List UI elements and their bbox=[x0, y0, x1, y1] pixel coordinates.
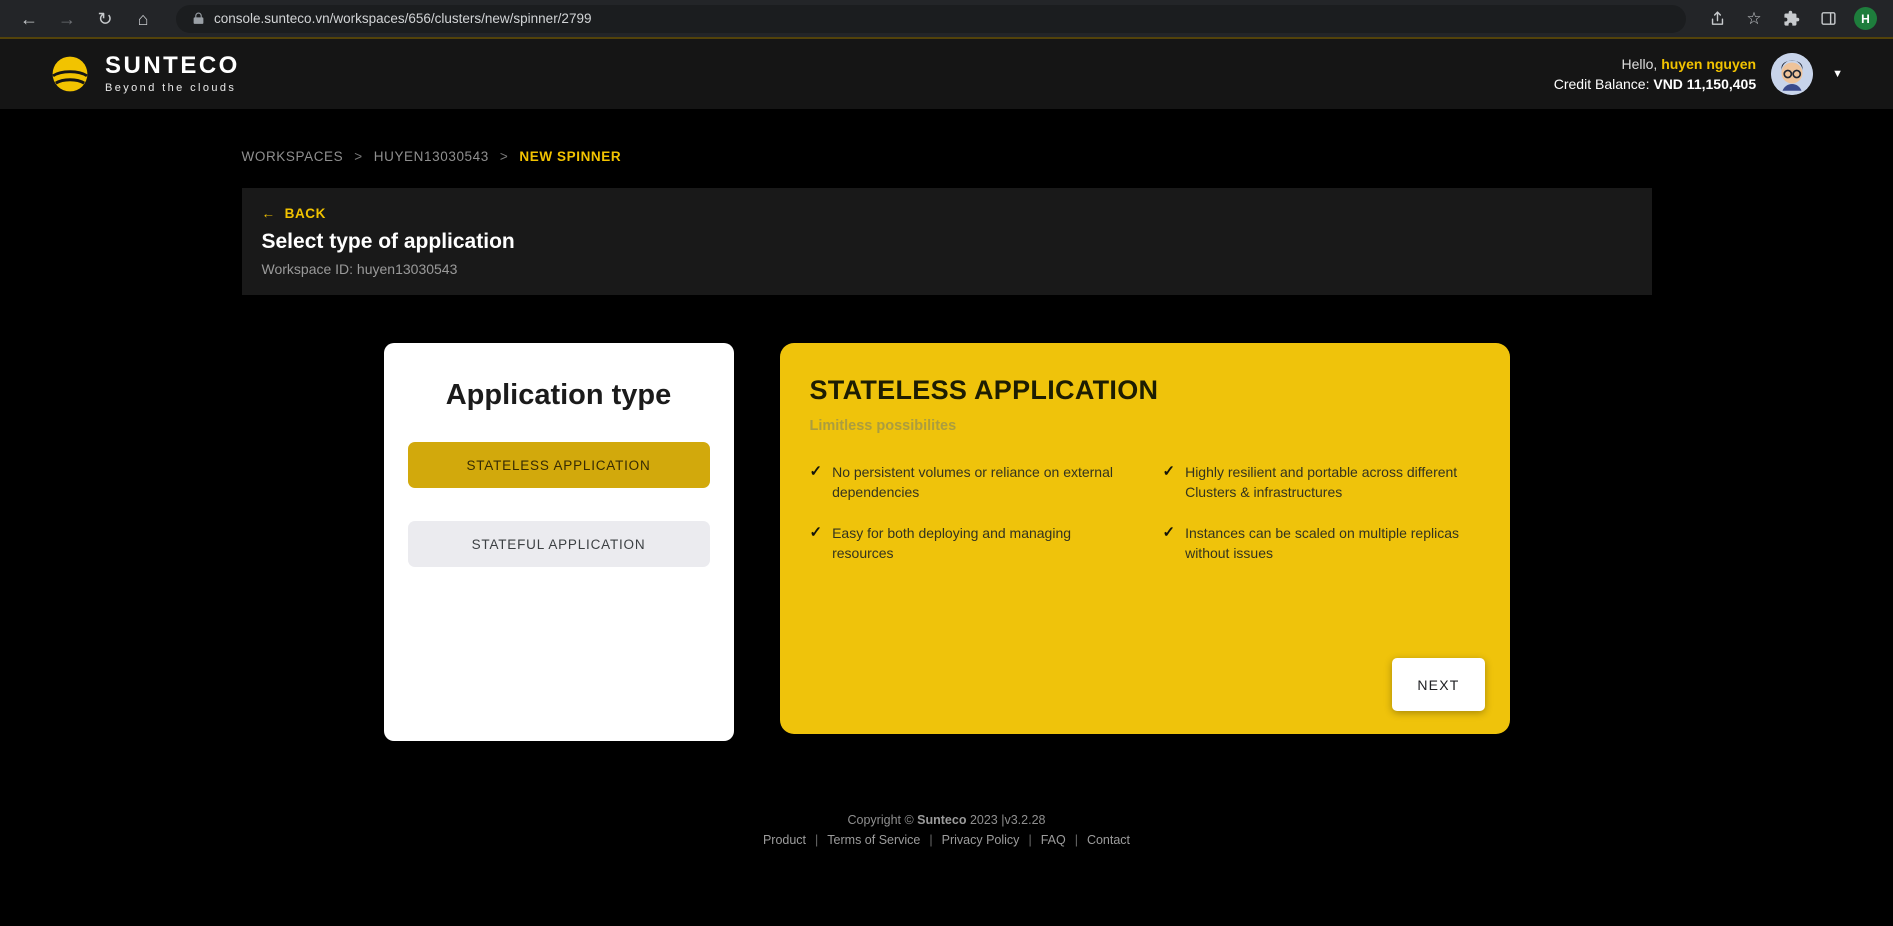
feature-text: Highly resilient and portable across dif… bbox=[1185, 464, 1458, 501]
page-footer: Copyright © Sunteco 2023 |v3.2.28 Produc… bbox=[242, 813, 1652, 847]
feature-list: ✓ No persistent volumes or reliance on e… bbox=[810, 462, 1480, 563]
browser-reload-button[interactable]: ↻ bbox=[92, 6, 118, 32]
back-label: BACK bbox=[284, 206, 327, 221]
credit-balance: Credit Balance: VND 11,150,405 bbox=[1553, 76, 1757, 92]
logo-title: SUNTECO bbox=[105, 52, 240, 79]
breadcrumb-separator: > bbox=[354, 149, 363, 164]
lock-icon bbox=[191, 12, 205, 26]
logo-subtitle: Beyond the clouds bbox=[105, 82, 237, 94]
stateful-application-button[interactable]: STATEFUL APPLICATION bbox=[407, 521, 710, 567]
footer-link-product[interactable]: Product bbox=[763, 833, 806, 847]
side-panel-icon[interactable] bbox=[1817, 8, 1839, 30]
link-separator: | bbox=[1028, 833, 1032, 847]
detail-subtitle: Limitless possibilites bbox=[809, 418, 957, 434]
header-user-area: Hello, huyen nguyen Credit Balance: VND … bbox=[1554, 53, 1847, 95]
back-button[interactable]: ← BACK bbox=[262, 206, 327, 221]
feature-text: Easy for both deploying and managing res… bbox=[832, 524, 1072, 561]
check-icon: ✓ bbox=[1162, 463, 1176, 480]
address-bar[interactable]: console.sunteco.vn/workspaces/656/cluste… bbox=[176, 4, 1686, 33]
greeting-text: Hello, huyen nguyen bbox=[1621, 56, 1757, 72]
sunteco-logo-icon bbox=[48, 52, 92, 96]
feature-text: No persistent volumes or reliance on ext… bbox=[832, 464, 1113, 501]
footer-link-privacy[interactable]: Privacy Policy bbox=[942, 833, 1020, 847]
page-title: Select type of application bbox=[261, 230, 515, 253]
user-info: Hello, huyen nguyen Credit Balance: VND … bbox=[1554, 56, 1756, 92]
stateless-application-button[interactable]: STATELESS APPLICATION bbox=[407, 442, 710, 488]
feature-item: ✓ Easy for both deploying and managing r… bbox=[810, 523, 1127, 564]
footer-links: Product | Terms of Service | Privacy Pol… bbox=[242, 833, 1652, 847]
link-separator: | bbox=[1074, 833, 1078, 847]
feature-item: ✓ No persistent volumes or reliance on e… bbox=[810, 462, 1127, 503]
browser-toolbar: ← → ↻ ⌂ console.sunteco.vn/workspaces/65… bbox=[0, 0, 1893, 37]
bookmark-star-icon[interactable]: ☆ bbox=[1743, 8, 1765, 30]
page-header-panel: ← BACK Select type of application Worksp… bbox=[241, 188, 1652, 295]
workspace-id-text: Workspace ID: huyen13030543 bbox=[261, 261, 458, 277]
credit-value: VND 11,150,405 bbox=[1653, 76, 1757, 92]
copyright-text: Copyright © Sunteco 2023 |v3.2.28 bbox=[847, 813, 1046, 827]
link-separator: | bbox=[929, 833, 933, 847]
breadcrumb-item-workspace[interactable]: HUYEN13030543 bbox=[374, 149, 489, 164]
browser-home-button[interactable]: ⌂ bbox=[130, 6, 156, 32]
footer-link-faq[interactable]: FAQ bbox=[1041, 833, 1066, 847]
browser-profile-avatar[interactable]: H bbox=[1854, 7, 1877, 30]
check-icon: ✓ bbox=[809, 463, 823, 480]
browser-back-button[interactable]: ← bbox=[16, 6, 42, 32]
application-type-title: Application type bbox=[445, 379, 672, 411]
detail-title: STATELESS APPLICATION bbox=[809, 375, 1159, 405]
back-arrow-icon: ← bbox=[261, 206, 276, 221]
breadcrumb-separator: > bbox=[499, 149, 509, 164]
breadcrumb-item-new-spinner: NEW SPINNER bbox=[519, 149, 622, 164]
application-type-section: Application type STATELESS APPLICATION S… bbox=[242, 343, 1652, 741]
check-icon: ✓ bbox=[1162, 523, 1176, 541]
browser-forward-button[interactable]: → bbox=[54, 6, 80, 32]
next-button[interactable]: NEXT bbox=[1392, 658, 1485, 711]
link-separator: | bbox=[815, 833, 819, 847]
sunteco-logo[interactable]: SUNTECO Beyond the clouds bbox=[48, 52, 240, 96]
feature-text: Instances can be scaled on multiple repl… bbox=[1185, 524, 1460, 561]
app-header: SUNTECO Beyond the clouds Hello, huyen n… bbox=[0, 37, 1893, 109]
url-text: console.sunteco.vn/workspaces/656/cluste… bbox=[214, 11, 592, 26]
stateless-detail-card: STATELESS APPLICATION Limitless possibil… bbox=[779, 343, 1510, 734]
feature-item: ✓ Highly resilient and portable across d… bbox=[1163, 462, 1480, 503]
footer-brand: Sunteco bbox=[917, 813, 967, 827]
application-type-card: Application type STATELESS APPLICATION S… bbox=[383, 343, 734, 741]
breadcrumb-item-workspaces[interactable]: WORKSPACES bbox=[242, 149, 344, 164]
extensions-icon[interactable] bbox=[1780, 8, 1802, 30]
chevron-down-icon[interactable]: ▼ bbox=[1828, 64, 1847, 84]
main-content: WORKSPACES > HUYEN13030543 > NEW SPINNER… bbox=[241, 109, 1652, 847]
feature-item: ✓ Instances can be scaled on multiple re… bbox=[1163, 523, 1480, 564]
breadcrumb: WORKSPACES > HUYEN13030543 > NEW SPINNER bbox=[242, 149, 1652, 164]
browser-actions: ☆ H bbox=[1706, 7, 1877, 30]
share-icon[interactable] bbox=[1706, 8, 1728, 30]
footer-link-contact[interactable]: Contact bbox=[1087, 833, 1130, 847]
logo-text: SUNTECO Beyond the clouds bbox=[105, 52, 240, 95]
check-icon: ✓ bbox=[809, 523, 823, 541]
footer-link-terms[interactable]: Terms of Service bbox=[827, 833, 920, 847]
user-avatar[interactable] bbox=[1771, 53, 1814, 95]
username-text: huyen nguyen bbox=[1661, 56, 1757, 72]
